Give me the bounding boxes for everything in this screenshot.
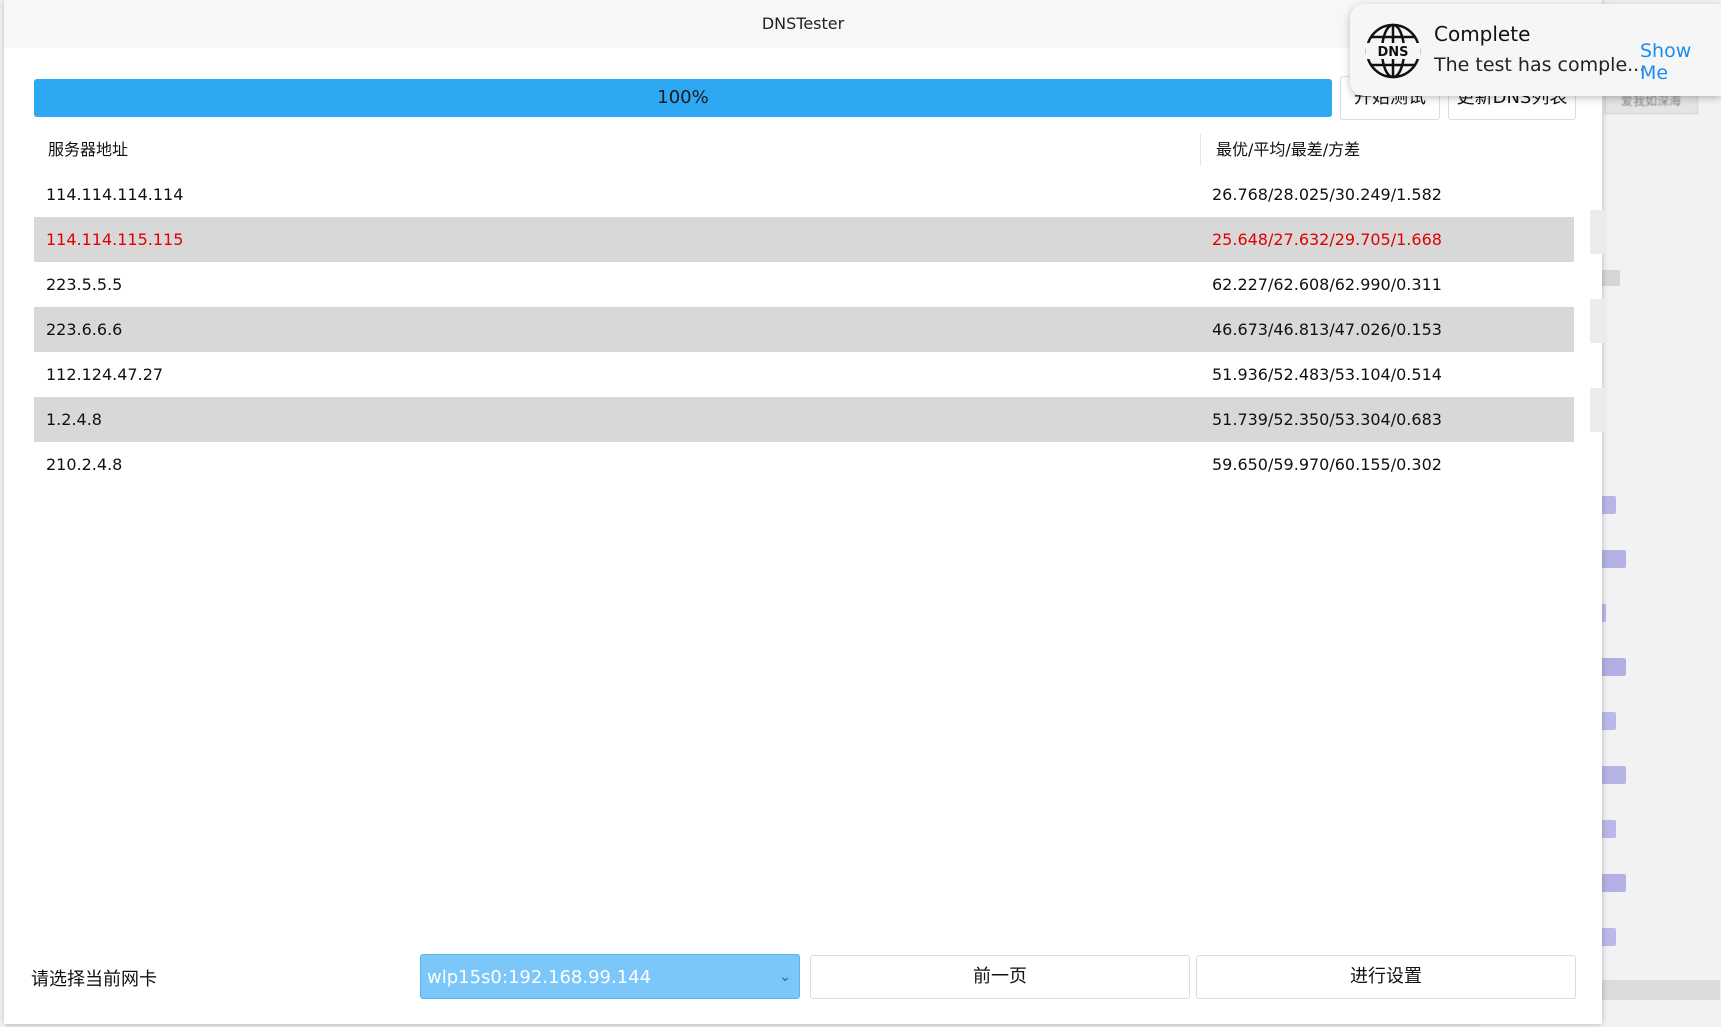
- latency-stats: 62.227/62.608/62.990/0.311: [1212, 275, 1442, 294]
- svg-text:DNS: DNS: [1377, 45, 1408, 60]
- row-marker: [1590, 388, 1606, 432]
- dns-globe-icon: DNS: [1365, 23, 1421, 79]
- chevron-down-icon: ⌄: [779, 969, 791, 985]
- latency-stats: 26.768/28.025/30.249/1.582: [1212, 185, 1442, 204]
- latency-stats: 46.673/46.813/47.026/0.153: [1212, 320, 1442, 339]
- row-side-markers: [1590, 210, 1606, 477]
- table-row[interactable]: 210.2.4.8 59.650/59.970/60.155/0.302: [34, 442, 1574, 487]
- row-marker: [1590, 299, 1606, 343]
- row-marker: [1590, 210, 1606, 254]
- table-row[interactable]: 223.5.5.5 62.227/62.608/62.990/0.311: [34, 262, 1574, 307]
- latency-stats: 59.650/59.970/60.155/0.302: [1212, 455, 1442, 474]
- latency-stats: 51.936/52.483/53.104/0.514: [1212, 365, 1442, 384]
- table-row[interactable]: 1.2.4.8 51.739/52.350/53.304/0.683: [34, 397, 1574, 442]
- nic-selected-value: wlp15s0:192.168.99.144: [427, 967, 652, 988]
- table-row[interactable]: 112.124.47.27 51.936/52.483/53.104/0.514: [34, 352, 1574, 397]
- progress-label: 100%: [657, 87, 709, 108]
- nic-select[interactable]: wlp15s0:192.168.99.144 ⌄: [420, 954, 800, 999]
- show-me-link[interactable]: Show Me: [1640, 40, 1721, 84]
- progress-bar: 100%: [34, 79, 1332, 117]
- nic-select-label: 请选择当前网卡: [31, 969, 157, 990]
- latency-stats: 51.739/52.350/53.304/0.683: [1212, 410, 1442, 429]
- table-row[interactable]: 223.6.6.6 46.673/46.813/47.026/0.153: [34, 307, 1574, 352]
- server-address: 114.114.114.114: [46, 185, 184, 204]
- server-address: 114.114.115.115: [46, 230, 184, 249]
- table-row-highlighted[interactable]: 114.114.115.115 25.648/27.632/29.705/1.6…: [34, 217, 1574, 262]
- table-header: 服务器地址 最优/平均/最差/方差: [34, 128, 1574, 172]
- notification-title: Complete: [1434, 22, 1531, 46]
- column-divider: [1200, 134, 1201, 166]
- settings-button[interactable]: 进行设置: [1196, 955, 1576, 999]
- server-address: 1.2.4.8: [46, 410, 102, 429]
- main-window: DNSTester 100% 开始测试 更新DNS列表 服务器地址 最优/平均/…: [4, 0, 1606, 1024]
- server-address: 223.6.6.6: [46, 320, 123, 339]
- notification-toast[interactable]: DNS Complete The test has comple... Show…: [1350, 4, 1721, 96]
- table-row[interactable]: 114.114.114.114 26.768/28.025/30.249/1.5…: [34, 172, 1574, 217]
- column-header-stats[interactable]: 最优/平均/最差/方差: [1216, 128, 1360, 172]
- server-address: 210.2.4.8: [46, 455, 123, 474]
- previous-page-button[interactable]: 前一页: [810, 955, 1190, 999]
- dns-results-table: 114.114.114.114 26.768/28.025/30.249/1.5…: [34, 172, 1574, 487]
- server-address: 112.124.47.27: [46, 365, 164, 384]
- server-address: 223.5.5.5: [46, 275, 123, 294]
- notification-body: The test has comple...: [1434, 54, 1646, 76]
- latency-stats: 25.648/27.632/29.705/1.668: [1212, 230, 1442, 249]
- column-header-address[interactable]: 服务器地址: [48, 128, 128, 172]
